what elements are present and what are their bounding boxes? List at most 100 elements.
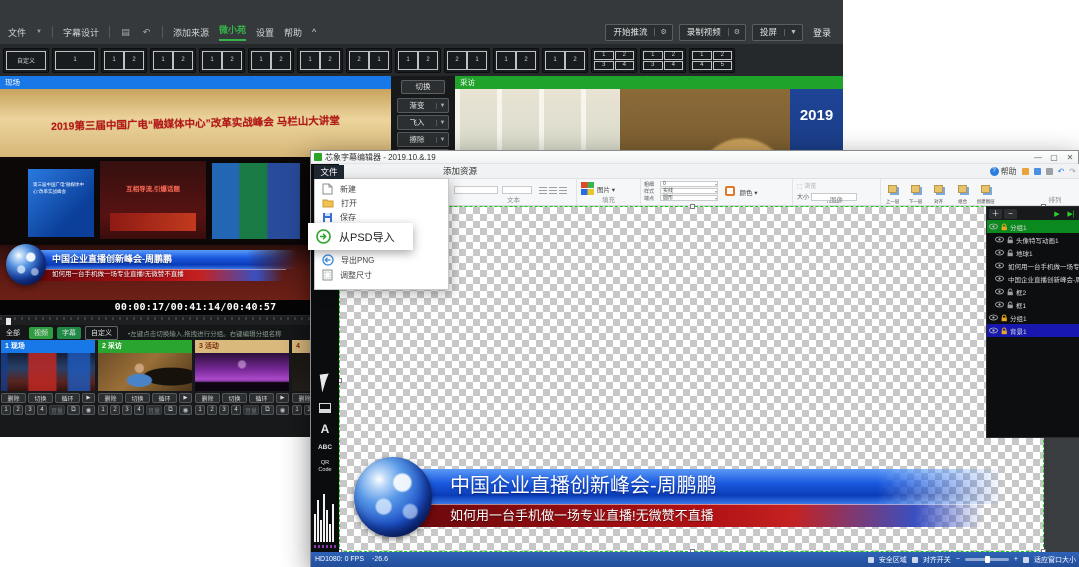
tab-add-resource[interactable]: 添加资源	[443, 165, 477, 177]
chevron-down-icon[interactable]: ▼	[436, 103, 448, 109]
layout-preset-button[interactable]: 12	[150, 48, 196, 73]
layer-row[interactable]: 框1	[987, 298, 1079, 311]
collapse-caret[interactable]: ^	[312, 27, 316, 37]
arrange-button[interactable]: 上一层	[881, 180, 904, 205]
fit-window-button[interactable]: 适应窗口大小	[1034, 555, 1076, 565]
layout-preset-button[interactable]: 21	[346, 48, 392, 73]
stroke-field-value[interactable]: 圆形▾	[660, 195, 718, 201]
monitor-icon[interactable]: ⧉	[164, 405, 177, 415]
layout-preset-button[interactable]: 21	[444, 48, 490, 73]
play-icon[interactable]: ▶	[82, 393, 95, 403]
editor-titlebar[interactable]: 芯象字幕编辑器 - 2019.10.&.19 — ▢ ✕	[311, 151, 1078, 164]
menu-settings[interactable]: 设置	[256, 26, 274, 39]
chevron-down-icon[interactable]: ▼	[784, 29, 802, 36]
transition-mode-button[interactable]: 渐变▼	[397, 98, 449, 113]
group-number-button[interactable]: 3	[122, 405, 132, 415]
undo-icon[interactable]: ↶	[1058, 167, 1065, 176]
align-center-icon[interactable]	[549, 187, 557, 194]
layer-row[interactable]: 如何用一台手机做一场专业直播!无微…	[987, 259, 1079, 272]
scene-group-tab[interactable]: 2 采访	[98, 340, 192, 353]
play-icon[interactable]: ▶	[1051, 210, 1063, 218]
group-number-button[interactable]: 2	[13, 405, 23, 415]
transition-mode-button[interactable]: 擦除▼	[397, 132, 449, 147]
zoom-slider[interactable]	[965, 558, 1009, 561]
group-number-button[interactable]: 1	[1, 405, 11, 415]
layout-preset-button[interactable]: 12	[493, 48, 539, 73]
stroke-field-value[interactable]: 实线▾	[660, 188, 718, 194]
qrcode-tool[interactable]: QRCode	[311, 460, 339, 473]
thumb-button[interactable]: 删除	[195, 393, 220, 403]
arrange-button[interactable]: 下一层	[904, 180, 927, 205]
layout-preset-button[interactable]: 1	[52, 48, 98, 73]
file-menu-item[interactable]: 导出PNG	[315, 253, 448, 267]
mute-icon[interactable]: ◉	[179, 405, 192, 415]
align-left-icon[interactable]	[539, 187, 547, 194]
group-number-button[interactable]: 1	[195, 405, 205, 415]
layer-row[interactable]: 地球1	[987, 246, 1079, 259]
remove-layer-button[interactable]: −	[1004, 209, 1017, 219]
layer-row[interactable]: 分组1	[987, 220, 1079, 233]
select-tool[interactable]	[311, 374, 339, 397]
layout-preset-button[interactable]: 1234	[591, 48, 637, 73]
stroke-color-button[interactable]: 颜色 ▾	[739, 190, 757, 197]
group-number-button[interactable]: 2	[110, 405, 120, 415]
scene-group-tab[interactable]: 1 现场	[1, 340, 95, 353]
font-size-select[interactable]	[502, 186, 532, 194]
source-video-thumbnail[interactable]	[98, 353, 192, 391]
layout-preset-button[interactable]: 12	[297, 48, 343, 73]
arrange-button[interactable]: 创建图层	[974, 180, 997, 205]
layer-row[interactable]: 框2	[987, 285, 1079, 298]
gear-icon[interactable]: ⚙	[654, 28, 671, 36]
redo-icon[interactable]: ↷	[1069, 167, 1076, 176]
thumb-button[interactable]: 切换	[28, 393, 53, 403]
editor-file-menu-button[interactable]: 文件	[314, 165, 344, 179]
play-icon[interactable]: ▶	[276, 393, 289, 403]
safe-area-toggle[interactable]: 安全区域	[879, 555, 907, 565]
globe-graphic[interactable]	[354, 457, 432, 537]
zoom-out-button[interactable]: −	[956, 556, 960, 563]
menu-help[interactable]: 帮助	[284, 26, 302, 39]
text-tool[interactable]: A	[311, 422, 339, 436]
resize-handle[interactable]	[690, 204, 695, 209]
filter-chip[interactable]: 自定义	[85, 326, 118, 340]
layout-preset-button[interactable]: 12	[199, 48, 245, 73]
scene-group-tab[interactable]: 3 活动	[195, 340, 289, 353]
cast-button[interactable]: 投屏▼	[752, 24, 803, 41]
gear-icon[interactable]: ⚙	[728, 28, 745, 36]
layer-row[interactable]: 中国企业直播创新峰会-周鹏鹏	[987, 272, 1079, 285]
switch-button[interactable]: 切换	[401, 80, 445, 94]
group-number-button[interactable]: 2	[207, 405, 217, 415]
play-icon[interactable]: ▶	[179, 393, 192, 403]
stroke-color-swatch[interactable]	[725, 186, 735, 196]
zoom-slider-thumb[interactable]	[985, 556, 990, 563]
image-tool[interactable]	[311, 400, 339, 418]
layout-preset-button[interactable]: 自定义	[3, 48, 49, 73]
page-icon[interactable]: ▤	[120, 27, 131, 38]
minimize-button[interactable]: —	[1030, 151, 1046, 164]
source-video-thumbnail[interactable]	[1, 353, 95, 391]
thumb-button[interactable]: 切换	[125, 393, 150, 403]
menu-weixiaoyuan-active[interactable]: 微小苑	[219, 23, 246, 41]
group-number-button[interactable]: 1	[292, 405, 302, 415]
layout-preset-button[interactable]: 12	[542, 48, 588, 73]
align-toggle[interactable]: 对齐开关	[923, 555, 951, 565]
help-button[interactable]: ?帮助	[990, 166, 1017, 177]
layout-preset-button[interactable]: 12	[395, 48, 441, 73]
filter-chip[interactable]: 全部	[4, 327, 25, 339]
add-layer-button[interactable]: ＋	[989, 209, 1002, 219]
mute-icon[interactable]: ◉	[82, 405, 95, 415]
quick-icon-3[interactable]	[1046, 168, 1053, 175]
monitor-icon[interactable]: ⧉	[67, 405, 80, 415]
monitor-icon[interactable]: ⧉	[261, 405, 274, 415]
menu-subtitle-design[interactable]: 字幕设计	[63, 26, 99, 39]
menu-file[interactable]: 文件	[8, 26, 26, 39]
fill-image-button[interactable]: 图片 ▾	[597, 184, 615, 194]
layer-row[interactable]: 分组1	[987, 311, 1079, 324]
mute-icon[interactable]: ◉	[276, 405, 289, 415]
align-right-icon[interactable]	[559, 187, 567, 194]
group-number-button[interactable]: 3	[219, 405, 229, 415]
chevron-down-icon[interactable]: ▼	[436, 137, 448, 143]
lower-third-subtitle[interactable]: 如何用一台手机做一场专业直播!无微赞不直播	[410, 504, 990, 527]
layout-preset-button[interactable]: 1245	[689, 48, 735, 73]
group-number-button[interactable]: 4	[231, 405, 241, 415]
